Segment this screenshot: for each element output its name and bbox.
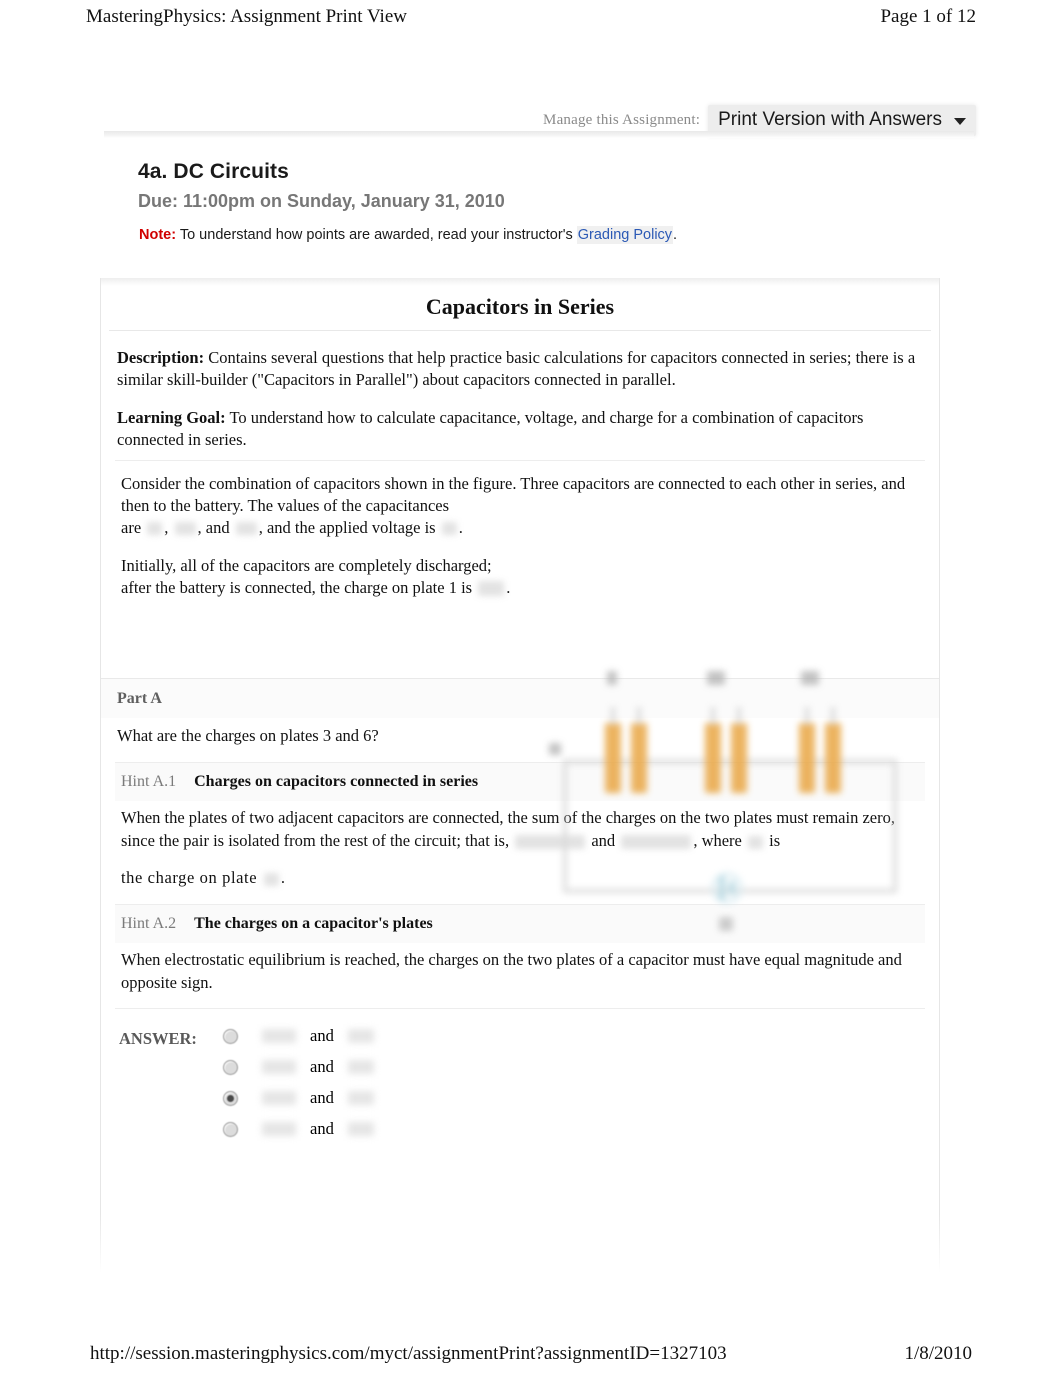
grading-policy-link[interactable]: Grading Policy <box>576 226 674 244</box>
print-header: MasteringPhysics: Assignment Print View … <box>0 0 1062 34</box>
capacitance-c1-math-image <box>147 522 163 536</box>
intro-text-2b: , <box>164 517 169 537</box>
assignment-due-date: Due: 11:00pm on Sunday, January 31, 2010 <box>138 191 505 211</box>
capacitance-c2-math-image <box>174 522 196 536</box>
option-1-left-math-image <box>262 1029 296 1044</box>
option-4-conjunction: and <box>310 1119 334 1139</box>
description-text: Contains several questions that help pra… <box>117 348 916 389</box>
answer-label: ANSWER: <box>119 1029 197 1049</box>
voltage-math-image <box>441 522 457 536</box>
answer-option-4[interactable]: and <box>223 1118 374 1140</box>
intro-text-2e: . <box>458 517 463 537</box>
note-label: Note: <box>139 227 177 243</box>
hint-a1-title: Charges on capacitors connected in serie… <box>194 773 479 791</box>
series-capacitor-circuit-figure <box>547 651 947 961</box>
radio-button-option-1[interactable] <box>223 1028 238 1044</box>
option-4-right-math-image <box>347 1122 374 1137</box>
charge-sum-equation-2-math-image <box>621 835 692 850</box>
print-footer-url: http://session.masteringphysics.com/myct… <box>90 1343 727 1364</box>
print-footer-date: 1/8/2010 <box>904 1343 972 1364</box>
option-2-right-math-image <box>347 1060 374 1075</box>
radio-button-option-3[interactable] <box>223 1090 238 1106</box>
option-1-conjunction: and <box>310 1026 334 1046</box>
problem-learning-goal: Learning Goal: To understand how to calc… <box>115 391 925 461</box>
manage-assignment-label: Manage this Assignment: <box>543 111 701 128</box>
intro-paragraph-1: Consider the combination of capacitors s… <box>121 473 923 539</box>
answer-option-1[interactable]: and <box>223 1025 374 1047</box>
capacitance-c3-math-image <box>235 522 257 536</box>
answer-option-list: and and and and <box>223 1025 374 1140</box>
intro-text-1: Consider the combination of capacitors s… <box>121 473 906 515</box>
hint-a1-period: . <box>280 867 286 887</box>
print-version-dropdown-value: Print Version with Answers <box>718 108 942 130</box>
print-header-title: MasteringPhysics: Assignment Print View <box>86 6 407 27</box>
radio-button-option-2[interactable] <box>223 1059 238 1075</box>
note-period: . <box>673 227 678 243</box>
card-top-gradient <box>101 278 939 286</box>
plate-index-math-image <box>263 872 279 886</box>
charge-sum-equation-1-math-image <box>515 835 586 850</box>
hint-a1-tag: Hint A.1 <box>121 773 177 791</box>
problem-card: Capacitors in Series Description: Contai… <box>100 278 940 1273</box>
problem-description: Description: Contains several questions … <box>115 331 925 391</box>
option-3-right-math-image <box>347 1091 374 1106</box>
assignment-header: 4a. DC Circuits Due: 11:00pm on Sunday, … <box>138 160 958 244</box>
circuit-svg <box>549 670 897 931</box>
chevron-down-icon <box>954 117 966 125</box>
learning-goal-text: To understand how to calculate capacitan… <box>117 407 864 449</box>
print-footer: http://session.masteringphysics.com/myct… <box>0 1339 1062 1369</box>
description-label: Description: <box>117 348 205 367</box>
option-1-right-math-image <box>347 1029 374 1044</box>
radio-button-option-4[interactable] <box>223 1121 238 1137</box>
print-header-page: Page 1 of 12 <box>880 6 976 27</box>
learning-goal-label: Learning Goal: <box>117 407 226 427</box>
intro-text-2d: , and the applied voltage is <box>258 517 436 537</box>
answer-option-3[interactable]: and <box>223 1087 374 1109</box>
option-2-left-math-image <box>262 1060 296 1075</box>
charge-q-math-image <box>478 581 505 597</box>
intro-text-3b: after the battery is connected, the char… <box>121 577 473 597</box>
charge-symbol-math-image <box>748 835 763 849</box>
note-text: To understand how points are awarded, re… <box>179 227 573 243</box>
hint-a2-title: The charges on a capacitor's plates <box>194 914 433 932</box>
part-a-answer: ANSWER: and and and and <box>115 1008 925 1170</box>
assignment-note: Note: To understand how points are award… <box>139 226 958 244</box>
intro-text-3a: Initially, all of the capacitors are com… <box>121 555 492 575</box>
option-2-conjunction: and <box>310 1057 334 1077</box>
problem-body: Description: Contains several questions … <box>101 331 939 931</box>
assignment-title: 4a. DC Circuits <box>138 160 289 183</box>
intro-text-2a: are <box>121 517 142 537</box>
problem-intro: Consider the combination of capacitors s… <box>115 461 925 931</box>
hint-a2-tag: Hint A.2 <box>121 914 177 932</box>
intro-text-3c: . <box>506 577 511 597</box>
header-divider <box>104 131 974 138</box>
intro-paragraph-2: Initially, all of the capacitors are com… <box>121 555 923 599</box>
problem-title: Capacitors in Series <box>425 294 615 319</box>
intro-text-2c: , and <box>197 517 230 537</box>
option-3-left-math-image <box>262 1091 296 1106</box>
option-4-left-math-image <box>262 1122 296 1137</box>
hint-a1-plate-text: the charge on plate <box>121 867 258 887</box>
option-3-conjunction: and <box>310 1088 334 1108</box>
answer-option-2[interactable]: and <box>223 1056 374 1078</box>
